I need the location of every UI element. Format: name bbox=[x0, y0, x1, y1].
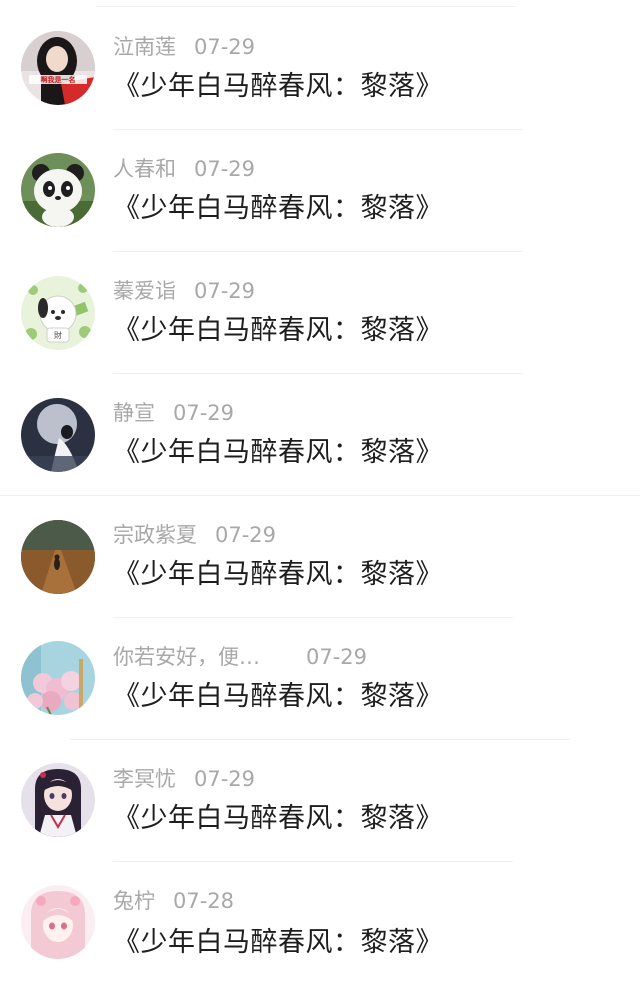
road-sunset-icon bbox=[21, 520, 95, 594]
avatar-badge-text: 啊我是一名 bbox=[41, 75, 76, 84]
username[interactable]: 李冥忧 bbox=[113, 767, 176, 791]
comment-date: 07-29 bbox=[306, 645, 368, 669]
comment-meta: 人春和 07-29 bbox=[113, 156, 255, 182]
comment-title[interactable]: 《少年白马醉春风：黎落》 bbox=[113, 680, 443, 714]
username[interactable]: 人春和 bbox=[113, 157, 176, 181]
comment-meta: 兔柠 07-28 bbox=[113, 888, 234, 914]
comment-date: 07-29 bbox=[194, 279, 256, 303]
list-item[interactable]: 静宣 07-29 《少年白马醉春风：黎落》 bbox=[0, 376, 640, 498]
list-divider bbox=[0, 495, 640, 496]
pink-anime-girl-icon bbox=[21, 885, 95, 959]
list-item[interactable]: 兔柠 07-28 《少年白马醉春风：黎落》 bbox=[0, 864, 640, 986]
list-item[interactable]: 你若安好，便… 07-29 《少年白马醉春风：黎落》 bbox=[0, 620, 640, 742]
list-divider bbox=[113, 251, 523, 252]
comment-meta: 李冥忧 07-29 bbox=[113, 766, 255, 792]
list-divider-top bbox=[96, 6, 516, 7]
avatar[interactable] bbox=[21, 153, 95, 227]
anime-hanfu-girl-icon bbox=[21, 763, 95, 837]
avatar[interactable]: 啊我是一名 bbox=[21, 31, 95, 105]
comment-title[interactable]: 《少年白马醉春风：黎落》 bbox=[113, 802, 443, 836]
svg-text:財: 財 bbox=[54, 330, 62, 340]
comment-title[interactable]: 《少年白马醉春风：黎落》 bbox=[113, 314, 443, 348]
comment-date: 07-29 bbox=[194, 767, 256, 791]
username[interactable]: 蓁爱诣 bbox=[113, 279, 176, 303]
list-item[interactable]: 李冥忧 07-29 《少年白马醉春风：黎落》 bbox=[0, 742, 640, 864]
comment-title[interactable]: 《少年白马醉春风：黎落》 bbox=[113, 70, 443, 104]
comment-meta: 泣南莲 07-29 bbox=[113, 34, 255, 60]
comment-title[interactable]: 《少年白马醉春风：黎落》 bbox=[113, 192, 443, 226]
avatar[interactable]: 財 bbox=[21, 276, 95, 350]
comment-title[interactable]: 《少年白马醉春风：黎落》 bbox=[113, 926, 443, 960]
avatar[interactable] bbox=[21, 885, 95, 959]
comment-meta: 宗政紫夏 07-29 bbox=[113, 522, 276, 548]
username[interactable]: 泣南莲 bbox=[113, 35, 176, 59]
panda-icon bbox=[21, 153, 95, 227]
list-item[interactable]: 財 蓁爱诣 07-29 《少年白马醉春风：黎落》 bbox=[0, 254, 640, 376]
comment-title[interactable]: 《少年白马醉春风：黎落》 bbox=[113, 436, 443, 470]
username[interactable]: 你若安好，便… bbox=[113, 645, 260, 669]
comment-date: 07-29 bbox=[194, 157, 256, 181]
moon-girl-icon bbox=[21, 398, 95, 472]
comment-meta: 蓁爱诣 07-29 bbox=[113, 278, 255, 304]
username[interactable]: 静宣 bbox=[113, 401, 155, 425]
list-divider bbox=[113, 129, 523, 130]
comment-date: 07-29 bbox=[194, 35, 256, 59]
avatar[interactable] bbox=[21, 763, 95, 837]
comment-title[interactable]: 《少年白马醉春风：黎落》 bbox=[113, 558, 443, 592]
comment-date: 07-29 bbox=[215, 523, 277, 547]
avatar[interactable] bbox=[21, 641, 95, 715]
list-item[interactable]: 宗政紫夏 07-29 《少年白马醉春风：黎落》 bbox=[0, 498, 640, 620]
lilac-flowers-icon bbox=[21, 641, 95, 715]
comment-meta: 你若安好，便… 07-29 bbox=[113, 644, 367, 670]
comment-date: 07-29 bbox=[173, 401, 235, 425]
pochacco-dog-icon: 財 bbox=[21, 276, 95, 350]
list-item[interactable]: 人春和 07-29 《少年白马醉春风：黎落》 bbox=[0, 132, 640, 254]
comment-meta: 静宣 07-29 bbox=[113, 400, 234, 426]
avatar[interactable] bbox=[21, 520, 95, 594]
username[interactable]: 兔柠 bbox=[113, 889, 155, 913]
list-divider bbox=[113, 373, 523, 374]
avatar[interactable] bbox=[21, 398, 95, 472]
list-divider bbox=[113, 617, 513, 618]
list-divider bbox=[70, 739, 570, 740]
girl-red-portrait-icon: 啊我是一名 bbox=[21, 31, 95, 105]
comment-date: 07-28 bbox=[173, 889, 235, 913]
list-item[interactable]: 啊我是一名 泣南莲 07-29 《少年白马醉春风：黎落》 bbox=[0, 10, 640, 132]
list-divider bbox=[113, 861, 513, 862]
username[interactable]: 宗政紫夏 bbox=[113, 523, 197, 547]
